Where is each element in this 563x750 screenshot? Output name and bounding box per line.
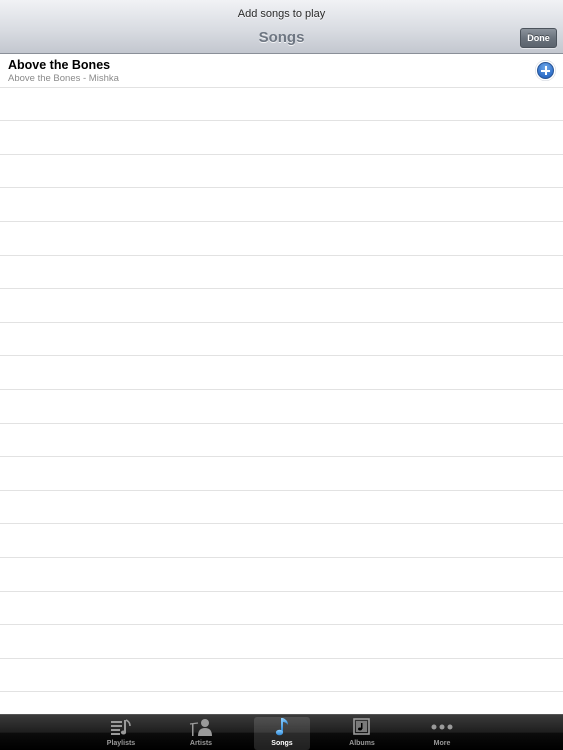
song-row[interactable]: Above the Bones Above the Bones - Mishka bbox=[0, 54, 563, 88]
playlists-icon bbox=[93, 717, 149, 737]
tab-label: Playlists bbox=[106, 740, 136, 747]
more-icon bbox=[414, 717, 470, 737]
artists-icon bbox=[173, 717, 229, 737]
empty-row bbox=[0, 188, 563, 222]
empty-row bbox=[0, 491, 563, 525]
add-song-icon[interactable] bbox=[537, 62, 554, 79]
albums-icon bbox=[334, 717, 390, 737]
empty-row bbox=[0, 121, 563, 155]
empty-row bbox=[0, 323, 563, 357]
empty-row bbox=[0, 390, 563, 424]
tab-bar: Playlists Artists Songs Albums More bbox=[0, 714, 563, 750]
empty-row bbox=[0, 155, 563, 189]
tab-label: More bbox=[433, 740, 451, 747]
tab-artists[interactable]: Artists bbox=[173, 717, 229, 750]
tab-more[interactable]: More bbox=[414, 717, 470, 750]
page-title: Songs bbox=[258, 29, 305, 46]
empty-row bbox=[0, 424, 563, 458]
empty-row bbox=[0, 625, 563, 659]
empty-row bbox=[0, 558, 563, 592]
empty-row bbox=[0, 592, 563, 626]
tab-label: Albums bbox=[349, 740, 375, 747]
tab-albums[interactable]: Albums bbox=[334, 717, 390, 750]
empty-row bbox=[0, 457, 563, 491]
tab-songs[interactable]: Songs bbox=[254, 717, 310, 750]
empty-row bbox=[0, 692, 563, 714]
empty-row bbox=[0, 356, 563, 390]
tab-label: Artists bbox=[189, 740, 213, 747]
tab-label: Songs bbox=[271, 740, 293, 747]
empty-row bbox=[0, 256, 563, 290]
song-title: Above the Bones bbox=[8, 58, 111, 72]
empty-row bbox=[0, 524, 563, 558]
empty-row bbox=[0, 659, 563, 693]
empty-row bbox=[0, 289, 563, 323]
song-list: Above the Bones Above the Bones - Mishka bbox=[0, 54, 563, 714]
empty-row bbox=[0, 222, 563, 256]
song-subtitle: Above the Bones - Mishka bbox=[8, 73, 119, 84]
empty-row bbox=[0, 88, 563, 122]
tab-playlists[interactable]: Playlists bbox=[93, 717, 149, 750]
navigation-bar: Add songs to play Songs Done bbox=[0, 0, 563, 54]
music-note-icon bbox=[254, 717, 310, 737]
done-button[interactable]: Done bbox=[520, 28, 557, 48]
prompt-text: Add songs to play bbox=[237, 8, 326, 20]
